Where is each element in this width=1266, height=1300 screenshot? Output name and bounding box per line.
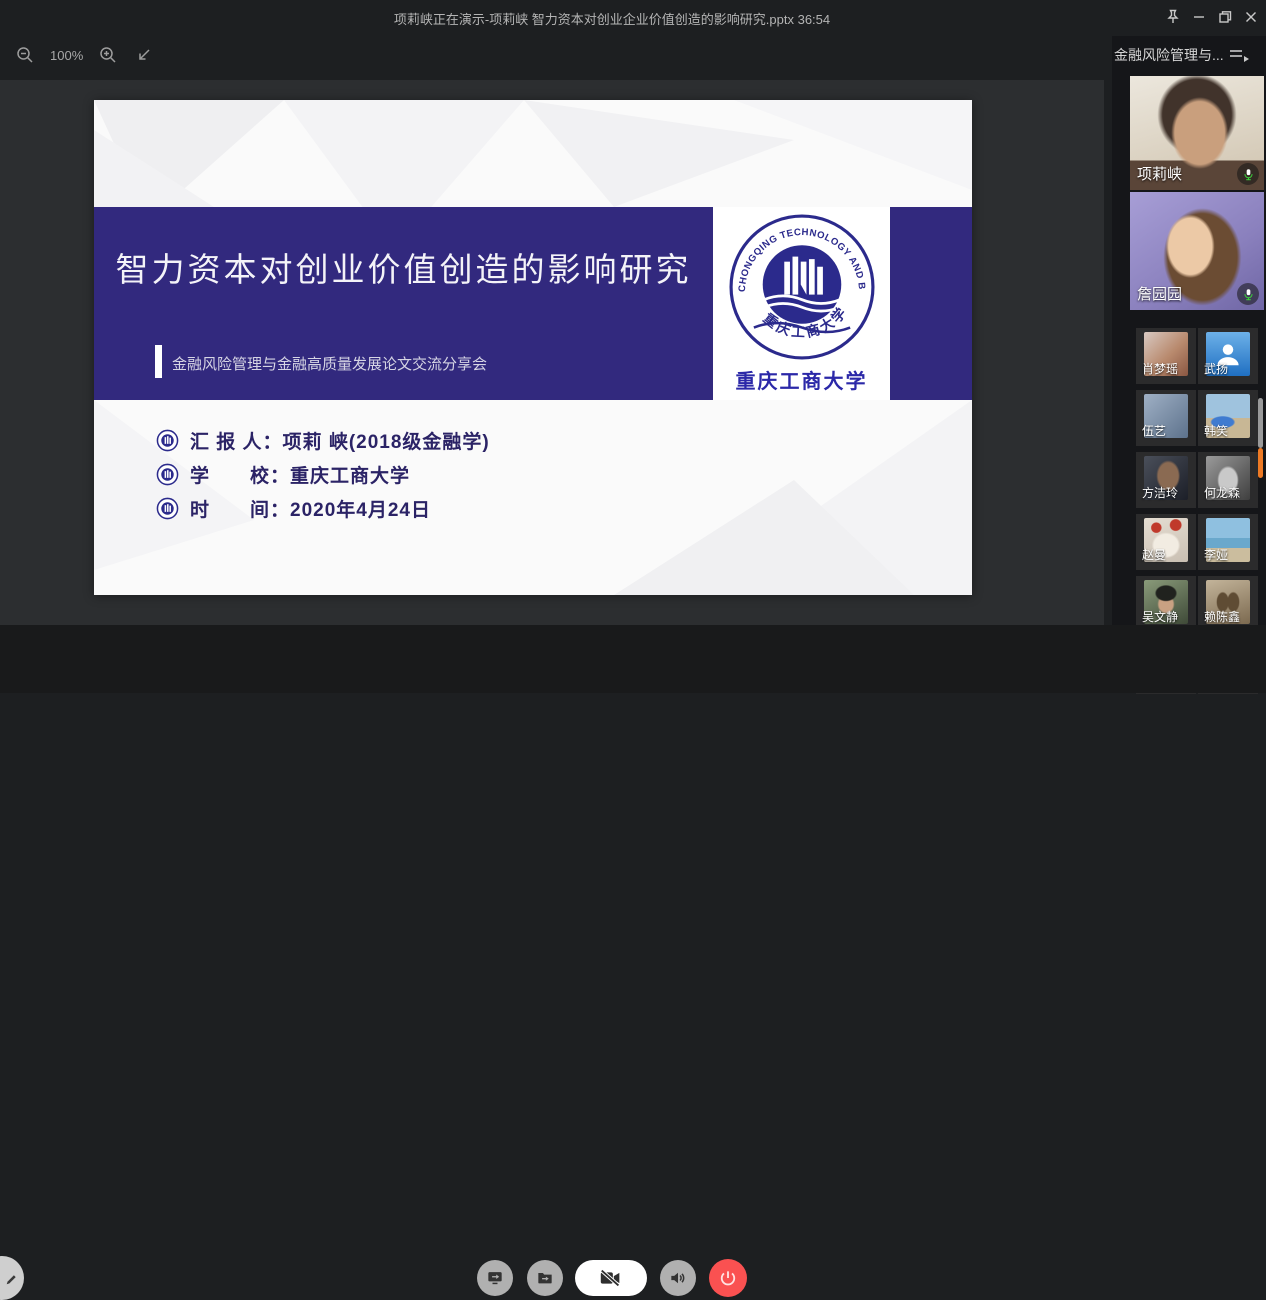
meeting-title-header[interactable]: 金融风险管理与... <box>1114 45 1264 65</box>
participant-name: 吴文静 <box>1142 608 1178 625</box>
participants-sidebar: 金融风险管理与... 项莉峡 詹园园 <box>1112 36 1266 693</box>
zoom-out-icon[interactable] <box>14 44 36 66</box>
video-tile-featured[interactable]: 项莉峡 <box>1130 76 1264 190</box>
participant-list-icon[interactable] <box>1228 47 1250 63</box>
title-bar: 项莉峡正在演示-项莉峡 智力资本对创业企业价值创造的影响研究.pptx 36:5… <box>0 0 1266 36</box>
participant-name: 韩笑 <box>1204 422 1228 439</box>
seal-bullet-icon <box>156 497 179 520</box>
minimize-button[interactable] <box>1186 4 1212 30</box>
participant-tile[interactable]: 李娅 <box>1198 514 1258 570</box>
participant-name: 肖梦瑶 <box>1142 360 1178 377</box>
participant-tile[interactable]: 肖梦瑶 <box>1136 328 1196 384</box>
slide-subtitle: 金融风险管理与金融高质量发展论文交流分享会 <box>172 353 487 374</box>
sidebar-scrollbar[interactable] <box>1258 398 1263 448</box>
mic-on-icon <box>1237 163 1259 185</box>
participant-name: 项莉峡 <box>1137 163 1182 184</box>
zoom-toolbar: 100% <box>14 42 155 68</box>
subtitle-accent-bar <box>155 345 162 378</box>
participant-name: 赵曼 <box>1142 546 1166 563</box>
participant-tile[interactable]: 赖陈鑫 <box>1198 576 1258 632</box>
leave-meeting-button[interactable] <box>709 1259 747 1297</box>
meeting-toolbar <box>0 625 1266 693</box>
university-name: 重庆工商大学 <box>736 365 868 394</box>
window-controls <box>1160 4 1264 30</box>
zoom-level: 100% <box>50 48 83 63</box>
participant-name: 方洁玲 <box>1142 484 1178 501</box>
zoom-in-icon[interactable] <box>97 44 119 66</box>
camera-off-button[interactable] <box>575 1260 647 1296</box>
sidebar-scroll-marker[interactable] <box>1258 448 1263 478</box>
share-screen-button[interactable] <box>477 1260 513 1296</box>
share-file-button[interactable] <box>527 1260 563 1296</box>
university-logo-box: CHONGQING TECHNOLOGY AND BUSINESS UNIVER… <box>713 207 890 400</box>
close-button[interactable] <box>1238 4 1264 30</box>
annotation-button[interactable] <box>0 1256 24 1300</box>
slide-info-lines: 汇 报 人：项莉 峡(2018级金融学) 学 校：重庆工商大学 <box>156 428 490 530</box>
restore-button[interactable] <box>1212 4 1238 30</box>
slide-title: 智力资本对创业价值创造的影响研究 <box>94 243 713 291</box>
seal-bullet-icon <box>156 463 179 486</box>
mic-on-icon <box>1237 283 1259 305</box>
info-line-school: 学 校：重庆工商大学 <box>156 462 490 486</box>
pin-icon[interactable] <box>1160 4 1186 30</box>
speaker-button[interactable] <box>660 1260 696 1296</box>
participant-tile[interactable]: 伍艺 <box>1136 390 1196 446</box>
slide: 智力资本对创业价值创造的影响研究 金融风险管理与金融高质量发展论文交流分享会 C… <box>94 100 972 595</box>
participant-name: 武扬 <box>1204 360 1228 377</box>
school-line: 学 校：重庆工商大学 <box>190 461 410 488</box>
participant-tile[interactable]: 赵曼 <box>1136 514 1196 570</box>
participant-name: 伍艺 <box>1142 422 1166 439</box>
participant-name: 何龙森 <box>1204 484 1240 501</box>
meeting-title: 金融风险管理与... <box>1114 45 1224 65</box>
info-line-date: 时 间：2020年4月24日 <box>156 496 490 520</box>
participant-tile[interactable]: 方洁玲 <box>1136 452 1196 508</box>
participant-name: 李娅 <box>1204 546 1228 563</box>
participant-tile[interactable]: 何龙森 <box>1198 452 1258 508</box>
fit-to-window-icon[interactable] <box>133 44 155 66</box>
seal-bullet-icon <box>156 429 179 452</box>
participant-tile[interactable]: 武扬 <box>1198 328 1258 384</box>
date-line: 时 间：2020年4月24日 <box>190 495 431 522</box>
presentation-viewer: 智力资本对创业价值创造的影响研究 金融风险管理与金融高质量发展论文交流分享会 C… <box>0 80 1104 625</box>
window-title: 项莉峡正在演示-项莉峡 智力资本对创业企业价值创造的影响研究.pptx 36:5… <box>0 9 1224 28</box>
participant-name: 赖陈鑫 <box>1204 608 1240 625</box>
participant-tile[interactable]: 韩笑 <box>1198 390 1258 446</box>
participant-name: 詹园园 <box>1137 283 1182 304</box>
video-tile-featured[interactable]: 詹园园 <box>1130 192 1264 310</box>
participant-tile[interactable]: 吴文静 <box>1136 576 1196 632</box>
presenter-line: 汇 报 人：项莉 峡(2018级金融学) <box>190 427 490 454</box>
university-seal-icon: CHONGQING TECHNOLOGY AND BUSINESS UNIVER… <box>726 211 878 363</box>
info-line-presenter: 汇 报 人：项莉 峡(2018级金融学) <box>156 428 490 452</box>
